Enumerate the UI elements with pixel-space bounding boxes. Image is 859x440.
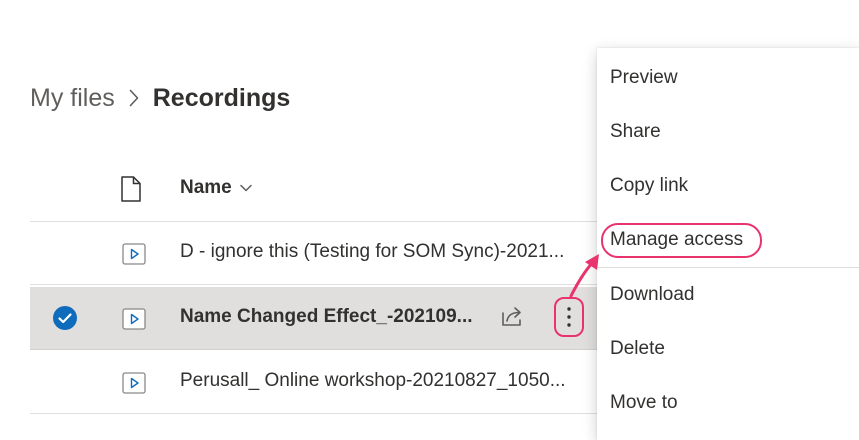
video-file-icon (122, 372, 146, 399)
chevron-down-icon (240, 184, 252, 192)
breadcrumb: My files Recordings (30, 82, 290, 114)
column-header-name-label: Name (180, 177, 232, 198)
menu-item-label: Copy link (610, 175, 689, 196)
menu-item-share[interactable]: Share (597, 105, 859, 159)
document-icon[interactable] (120, 176, 142, 207)
menu-item-move-to[interactable]: Move to (597, 376, 859, 430)
file-name[interactable]: Name Changed Effect_-202109... (180, 306, 473, 328)
file-row-selected[interactable]: Name Changed Effect_-202109... (30, 287, 597, 350)
list-header: Name (30, 165, 597, 222)
menu-item-label: Delete (610, 338, 665, 359)
chevron-right-icon (129, 89, 139, 107)
menu-item-label: Move to (610, 392, 678, 413)
file-name[interactable]: Perusall_ Online workshop-20210827_1050.… (180, 370, 566, 392)
breadcrumb-recordings: Recordings (152, 83, 291, 112)
video-file-icon (122, 243, 146, 270)
file-row[interactable]: Perusall_ Online workshop-20210827_1050.… (30, 351, 597, 414)
menu-item-label: Preview (610, 67, 678, 88)
file-row[interactable]: D - ignore this (Testing for SOM Sync)-2… (30, 222, 597, 285)
video-file-icon (122, 308, 146, 335)
more-options-icon[interactable] (554, 297, 584, 337)
file-name[interactable]: D - ignore this (Testing for SOM Sync)-2… (180, 241, 564, 263)
menu-item-download[interactable]: Download (597, 268, 859, 322)
menu-item-label: Download (610, 284, 695, 305)
manage-access-highlight (601, 223, 762, 258)
checkmark-icon[interactable] (52, 305, 78, 331)
share-icon[interactable] (500, 304, 526, 333)
column-header-name[interactable]: Name (180, 177, 252, 199)
menu-item-preview[interactable]: Preview (597, 51, 859, 105)
breadcrumb-my-files[interactable]: My files (30, 84, 115, 113)
menu-item-label: Share (610, 121, 661, 142)
menu-item-delete[interactable]: Delete (597, 322, 859, 376)
menu-item-copy-link[interactable]: Copy link (597, 159, 859, 213)
